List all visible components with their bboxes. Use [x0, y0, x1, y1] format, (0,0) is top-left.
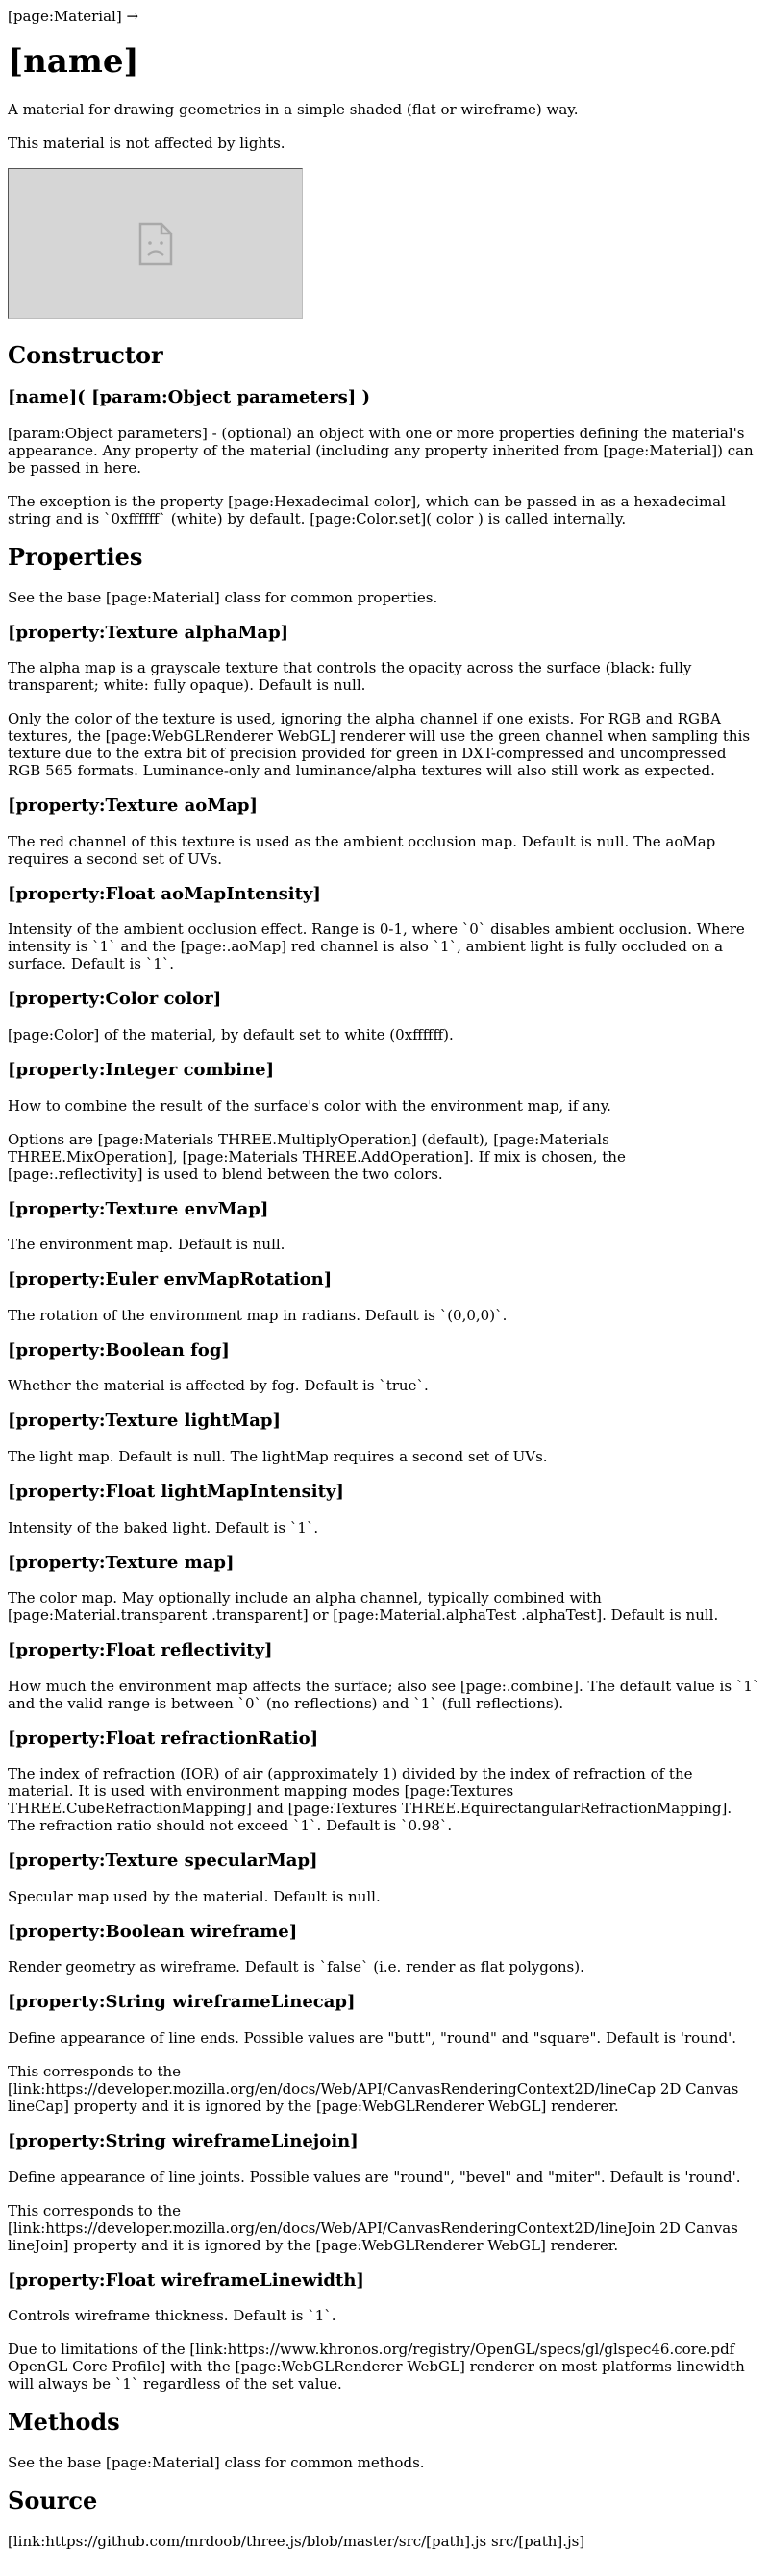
property-description: The index of refraction (IOR) of air (ap… [8, 1765, 732, 1835]
constructor-signature: [name]( [param:Object parameters] ) [8, 387, 371, 408]
constructor-paragraph: [param:Object parameters] - (optional) a… [8, 424, 754, 477]
property-heading: [property:Texture map] [8, 1552, 235, 1573]
properties-intro: See the base [page:Material] class for c… [8, 588, 438, 606]
example-image [8, 168, 303, 320]
property-description: How much the environment map affects the… [8, 1677, 760, 1712]
property-heading: [property:String wireframeLinecap] [8, 1992, 356, 2013]
property-heading: [property:Float wireframeLinewidth] [8, 2269, 364, 2291]
property-description: Only the color of the texture is used, i… [8, 710, 751, 780]
section-heading-source: Source [8, 2487, 98, 2515]
properties-list: [property:Texture alphaMap] The alpha map… [8, 623, 761, 2393]
property-description: Define appearance of line ends. Possible… [8, 2029, 737, 2048]
property-description: Due to limitations of the [link:https://… [8, 2341, 745, 2393]
property-description: Controls wireframe thickness. Default is… [8, 2307, 336, 2325]
property-heading: [property:Float aoMapIntensity] [8, 883, 321, 904]
section-heading-methods: Methods [8, 2408, 120, 2437]
property-description: The color map. May optionally include an… [8, 1589, 719, 1625]
breadcrumb[interactable]: [page:Material] → [8, 8, 761, 25]
property-description: [page:Color] of the material, by default… [8, 1025, 454, 1043]
intro-paragraph: This material is not affected by lights. [8, 135, 285, 153]
methods-intro: See the base [page:Material] class for c… [8, 2454, 425, 2472]
property-heading: [property:Float reflectivity] [8, 1640, 273, 1661]
property-description: This corresponds to the [link:https://de… [8, 2201, 738, 2254]
property-heading: [property:Boolean fog] [8, 1339, 230, 1361]
intro-paragraph: A material for drawing geometries in a s… [8, 101, 579, 119]
property-description: Intensity of the baked light. Default is… [8, 1518, 319, 1536]
property-description: The environment map. Default is null. [8, 1236, 285, 1254]
section-heading-constructor: Constructor [8, 341, 163, 370]
property-description: Define appearance of line joints. Possib… [8, 2168, 741, 2186]
property-description: Options are [page:Materials THREE.Multip… [8, 1130, 626, 1183]
property-description: Render geometry as wireframe. Default is… [8, 1958, 584, 1976]
property-description: Intensity of the ambient occlusion effec… [8, 920, 745, 973]
property-heading: [property:Texture aoMap] [8, 796, 259, 817]
constructor-paragraph: The exception is the property [page:Hexa… [8, 492, 726, 527]
property-heading: [property:Texture lightMap] [8, 1411, 282, 1432]
doc-page: [page:Material] → [name] A material for … [0, 0, 769, 2576]
property-description: The rotation of the environment map in r… [8, 1306, 508, 1324]
property-description: How to combine the result of the surface… [8, 1096, 611, 1115]
property-heading: [property:Euler envMapRotation] [8, 1269, 333, 1290]
property-heading: [property:Texture envMap] [8, 1198, 269, 1219]
property-heading: [property:Texture alphaMap] [8, 622, 289, 643]
property-description: The light map. Default is null. The ligh… [8, 1447, 548, 1465]
property-heading: [property:Color color] [8, 989, 222, 1010]
property-heading: [property:String wireframeLinejoin] [8, 2131, 359, 2152]
section-heading-properties: Properties [8, 542, 143, 571]
property-heading: [property:Integer combine] [8, 1059, 275, 1080]
property-description: The red channel of this texture is used … [8, 832, 716, 868]
property-heading: [property:Boolean wireframe] [8, 1921, 298, 1942]
property-description: The alpha map is a grayscale texture tha… [8, 659, 692, 695]
property-heading: [property:Float refractionRatio] [8, 1728, 319, 1749]
property-heading: [property:Texture specularMap] [8, 1851, 318, 1872]
property-heading: [property:Float lightMapIntensity] [8, 1481, 344, 1502]
source-link[interactable]: [link:https://github.com/mrdoob/three.js… [8, 2533, 761, 2550]
property-description: This corresponds to the [link:https://de… [8, 2063, 739, 2116]
property-description: Whether the material is affected by fog.… [8, 1377, 429, 1395]
page-title: [name] [8, 42, 139, 81]
property-description: Specular map used by the material. Defau… [8, 1887, 381, 1905]
broken-image-icon [138, 222, 172, 266]
